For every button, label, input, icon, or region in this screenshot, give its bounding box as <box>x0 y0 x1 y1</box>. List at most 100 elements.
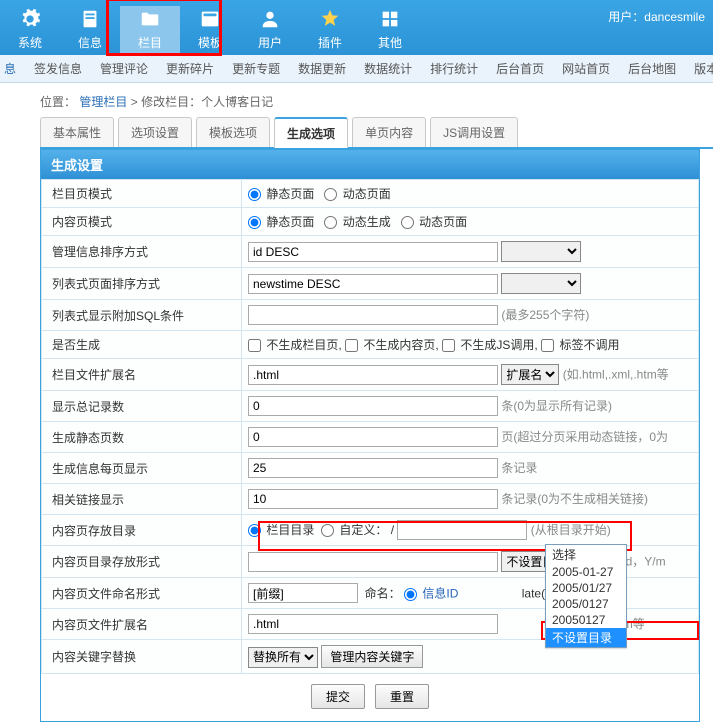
panel-title: 生成设置 <box>41 150 699 179</box>
hint: (最多255个字符) <box>501 308 589 322</box>
tab-generate[interactable]: 生成选项 <box>274 117 348 148</box>
label: 生成信息每页显示 <box>42 453 242 484</box>
subnav-item[interactable]: 后台首页 <box>496 60 544 77</box>
breadcrumb: 位置： 管理栏目 > 修改栏目：个人博客日记 <box>0 83 713 116</box>
label: 内容关键字替换 <box>42 640 242 674</box>
dropdown-option[interactable]: 2005/01/27 <box>546 580 626 596</box>
label: 是否生成 <box>42 331 242 359</box>
label: 内容页目录存放形式 <box>42 546 242 578</box>
label: 栏目页模式 <box>42 180 242 208</box>
label: 相关链接显示 <box>42 484 242 515</box>
label: 显示总记录数 <box>42 391 242 422</box>
topnav-column[interactable]: 栏目 <box>120 6 180 55</box>
perpage-input[interactable] <box>248 458 498 478</box>
subnav-item[interactable]: 更新碎片 <box>166 60 214 77</box>
dropdown-option[interactable]: 20050127 <box>546 612 626 628</box>
crumb-prefix: 位置： <box>40 95 76 109</box>
doc-icon <box>74 6 106 32</box>
subnav: 息 签发信息 管理评论 更新碎片 更新专题 数据更新 数据统计 排行统计 后台首… <box>0 55 713 83</box>
col-ext-input[interactable] <box>248 365 498 385</box>
static-pages-input[interactable] <box>248 427 498 447</box>
check[interactable]: 不生成栏目页, <box>248 338 342 352</box>
radio[interactable]: 栏目目录 <box>248 523 314 537</box>
radio-static[interactable]: 静态页面 <box>248 187 314 201</box>
check[interactable]: 不生成JS调用, <box>442 338 538 352</box>
subnav-item[interactable]: 版本 <box>694 60 713 77</box>
content-ext-input[interactable] <box>248 614 498 634</box>
keyword-replace-select[interactable]: 替换所有 <box>248 647 318 668</box>
crumb-link[interactable]: 管理栏目 <box>79 95 127 109</box>
check[interactable]: 不生成内容页, <box>345 338 439 352</box>
subnav-item[interactable]: 后台地图 <box>628 60 676 77</box>
topnav-system[interactable]: 系统 <box>0 6 60 55</box>
subnav-item[interactable]: 息 <box>4 60 16 77</box>
subnav-item[interactable]: 排行统计 <box>430 60 478 77</box>
subnav-item[interactable]: 签发信息 <box>34 60 82 77</box>
settings-panel: 生成设置 栏目页模式 静态页面 动态页面 内容页模式 静态页面 动态生成 动态页… <box>40 149 700 722</box>
radio-dynamic[interactable]: 动态页面 <box>324 187 390 201</box>
total-records-input[interactable] <box>248 396 498 416</box>
subnav-item[interactable]: 更新专题 <box>232 60 280 77</box>
hint: 条(0为显示所有记录) <box>501 399 612 413</box>
sep: / <box>391 523 394 537</box>
grid-icon <box>374 6 406 32</box>
topnav-user[interactable]: 用户 <box>240 6 300 55</box>
label: 内容页文件扩展名 <box>42 609 242 640</box>
radio[interactable]: 动态页面 <box>401 215 467 229</box>
submit-button[interactable]: 提交 <box>311 684 365 709</box>
radio[interactable]: 自定义： <box>321 523 387 537</box>
user-prefix: 用户： <box>608 10 644 24</box>
hint: (如.html,.xml,.htm等 <box>563 368 669 382</box>
tab-template[interactable]: 模板选项 <box>196 117 270 147</box>
label: 生成静态页数 <box>42 422 242 453</box>
subnav-item[interactable]: 管理评论 <box>100 60 148 77</box>
radio[interactable]: 动态生成 <box>324 215 390 229</box>
sql-cond-input[interactable] <box>248 305 498 325</box>
related-links-input[interactable] <box>248 489 498 509</box>
topnav-label: 插件 <box>318 36 342 50</box>
topnav-plugin[interactable]: 插件 <box>300 6 360 55</box>
subnav-item[interactable]: 数据统计 <box>364 60 412 77</box>
sort-admin-input[interactable] <box>248 242 498 262</box>
crumb-sep: > <box>131 95 141 109</box>
star-icon <box>314 6 346 32</box>
tab-options[interactable]: 选项设置 <box>118 117 192 147</box>
radio[interactable]: 静态页面 <box>248 215 314 229</box>
subnav-item[interactable]: 数据更新 <box>298 60 346 77</box>
check[interactable]: 标签不调用 <box>541 338 619 352</box>
dir-format-input[interactable] <box>248 552 498 572</box>
topnav-label: 其他 <box>378 36 402 50</box>
label: 内容页存放目录 <box>42 515 242 546</box>
dir-format-dropdown[interactable]: 选择 2005-01-27 2005/01/27 2005/0127 20050… <box>545 544 627 648</box>
radio[interactable] <box>404 587 419 601</box>
label: 列表式显示附加SQL条件 <box>42 300 242 331</box>
username: dancesmile <box>644 10 705 24</box>
infoid-link[interactable]: 信息ID <box>422 587 458 601</box>
cog-icon <box>14 6 46 32</box>
file-prefix-input[interactable] <box>248 583 358 603</box>
reset-button[interactable]: 重置 <box>375 684 429 709</box>
custom-dir-input[interactable] <box>397 520 527 540</box>
label: 管理信息排序方式 <box>42 236 242 268</box>
topnav-label: 信息 <box>78 36 102 50</box>
tab-single[interactable]: 单页内容 <box>352 117 426 147</box>
dropdown-option[interactable]: 选择 <box>546 545 626 564</box>
tab-js[interactable]: JS调用设置 <box>430 117 518 147</box>
tab-basic[interactable]: 基本属性 <box>40 117 114 147</box>
topnav-other[interactable]: 其他 <box>360 6 420 55</box>
dropdown-option[interactable]: 2005/0127 <box>546 596 626 612</box>
sort-list-select[interactable] <box>501 273 581 294</box>
hint: 条记录(0为不生成相关链接) <box>501 492 648 506</box>
button-bar: 提交 重置 <box>41 674 699 721</box>
topnav: 系统 信息 栏目 模板 用户 插件 其他 用户：dancesmile <box>0 0 713 55</box>
topnav-template[interactable]: 模板 <box>180 6 240 55</box>
topnav-info[interactable]: 信息 <box>60 6 120 55</box>
sort-list-input[interactable] <box>248 274 498 294</box>
manage-keywords-button[interactable]: 管理内容关键字 <box>321 645 423 668</box>
dropdown-option-selected[interactable]: 不设置目录 <box>546 628 626 647</box>
sort-admin-select[interactable] <box>501 241 581 262</box>
col-ext-select[interactable]: 扩展名 <box>501 364 559 385</box>
folder-icon <box>134 6 166 32</box>
dropdown-option[interactable]: 2005-01-27 <box>546 564 626 580</box>
subnav-item[interactable]: 网站首页 <box>562 60 610 77</box>
